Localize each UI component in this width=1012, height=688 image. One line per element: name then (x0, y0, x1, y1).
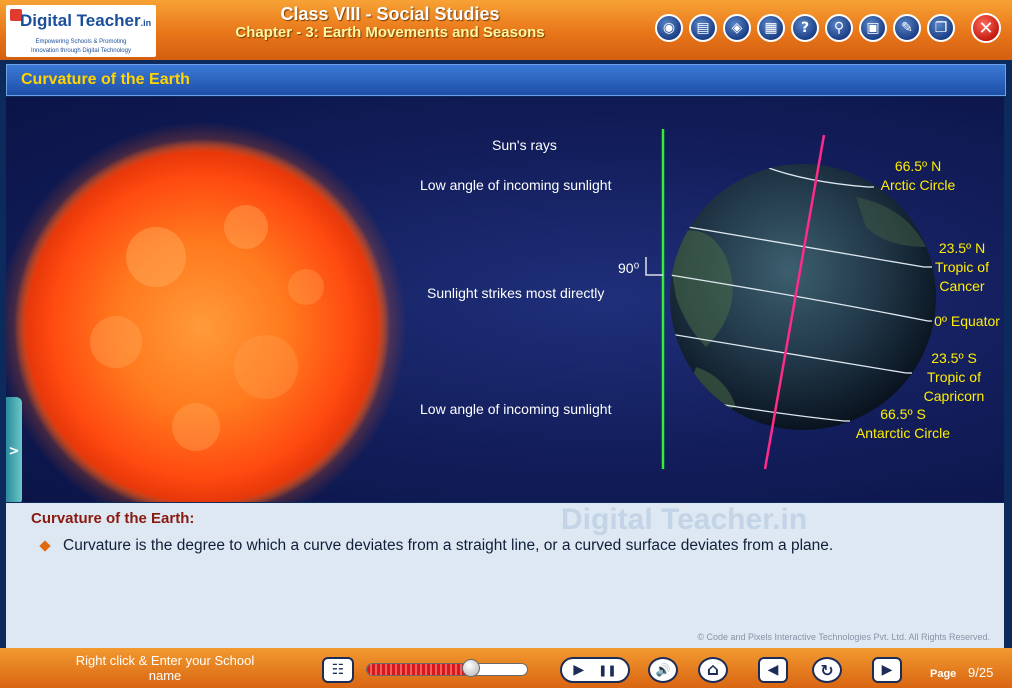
panel-heading: Curvature of the Earth: (31, 510, 195, 527)
arctic-circle-label: 66.5º N Arctic Circle (880, 158, 956, 193)
school-name-field[interactable]: Right click & Enter your School name (60, 653, 270, 683)
sun-illustration (6, 122, 407, 502)
copyright-text: © Code and Pixels Interactive Technologi… (697, 632, 990, 642)
content-panel: Digital Teacher.in Curvature of the Eart… (6, 503, 1004, 648)
ninety-degree-label: 90⁰ (618, 260, 640, 276)
bullet-icon (39, 540, 51, 552)
section-title-bar: Curvature of the Earth (6, 64, 1006, 96)
side-panel-toggle[interactable]: > (6, 397, 22, 502)
close-button[interactable]: ✕ (971, 13, 1001, 43)
camera-icon[interactable]: ◉ (655, 14, 683, 42)
page-label: Page (930, 668, 957, 680)
digital-teacher-logo: Digital Teacher.in Empowering Schools & … (6, 5, 156, 57)
toolbar: ◉ ▤ ◈ ▦ ? ⚲ ▣ ✎ ❐ (655, 14, 955, 46)
eye-icon[interactable]: ◈ (723, 14, 751, 42)
page-number: 9/25 (968, 665, 994, 680)
tools-icon[interactable]: ✎ (893, 14, 921, 42)
diagram-stage: Sun's rays Low angle of incoming sunligh… (6, 97, 1004, 502)
header-bar: Digital Teacher.in Empowering Schools & … (0, 0, 1012, 60)
home-button[interactable]: ⌂ (698, 657, 728, 683)
menu-icon: ☷ (331, 662, 345, 678)
play-icon[interactable]: ▶ (573, 662, 584, 678)
replay-button[interactable]: ↻ (812, 657, 842, 683)
previous-icon: ◀ (767, 662, 779, 678)
right-angle-marker (645, 257, 663, 276)
volume-button[interactable]: 🔊 (648, 657, 678, 683)
window-icon[interactable]: ❐ (927, 14, 955, 42)
class-title: Class VIII - Social Studies (280, 4, 500, 24)
replay-icon: ↻ (820, 660, 834, 680)
footer-bar: Right click & Enter your School name ☷ ▶… (0, 648, 1012, 688)
menu-button[interactable]: ☷ (322, 657, 354, 683)
low-angle-bottom-label: Low angle of incoming sunlight (420, 401, 612, 417)
section-title: Curvature of the Earth (21, 71, 190, 88)
pdf-icon[interactable]: ▣ (859, 14, 887, 42)
previous-button[interactable]: ◀ (758, 657, 788, 683)
logo-tagline: Empowering Schools & Promoting (35, 39, 127, 45)
search-icon[interactable]: ⚲ (825, 14, 853, 42)
chapter-title: Chapter - 3: Earth Movements and Seasons (235, 24, 545, 41)
book-icon[interactable]: ▤ (689, 14, 717, 42)
progress-fill (367, 664, 471, 675)
definition-text: Curvature is the degree to which a curve… (63, 537, 834, 554)
antarctic-circle-label: 66.5º S Antarctic Circle (855, 406, 951, 441)
next-button[interactable]: ▶ (872, 657, 902, 683)
earth-globe (670, 164, 936, 430)
equator-label: 0º Equator (934, 313, 1000, 329)
logo-text: Digital Teacher (20, 11, 141, 30)
app-window: Digital Teacher.in Empowering Schools & … (0, 0, 1012, 688)
volume-icon: 🔊 (655, 663, 671, 677)
low-angle-top-label: Low angle of incoming sunlight (420, 177, 612, 193)
pause-icon[interactable]: ❚❚ (598, 664, 616, 677)
home-icon: ⌂ (706, 660, 720, 680)
watermark-logo: Digital Teacher.in (561, 503, 808, 536)
play-pause-button[interactable]: ▶ ❚❚ (560, 657, 630, 683)
tropic-of-cancer-label: 23.5º N Tropic of Cancer (935, 240, 989, 294)
progress-bar[interactable] (366, 663, 528, 676)
logo-tagline: Innovation through Digital Technology (31, 48, 131, 54)
notes-icon[interactable]: ▦ (757, 14, 785, 42)
direct-sunlight-label: Sunlight strikes most directly (427, 285, 605, 301)
next-icon: ▶ (881, 662, 893, 678)
suns-rays-label: Sun's rays (492, 137, 557, 153)
logo-suffix: .in (140, 18, 152, 28)
tropic-of-capricorn-label: 23.5º S Tropic of Capricorn (923, 350, 985, 404)
help-icon[interactable]: ? (791, 14, 819, 42)
